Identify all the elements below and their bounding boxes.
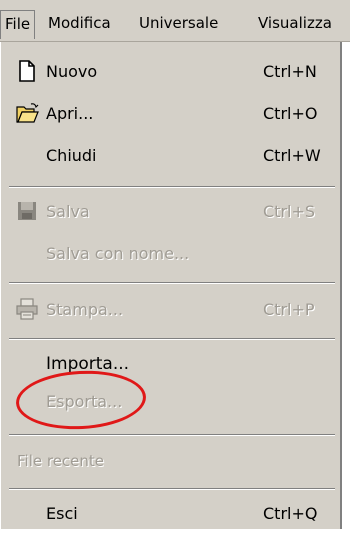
menu-item-apri[interactable]: Apri... Ctrl+O xyxy=(1,94,339,134)
menu-item-label: Apri... xyxy=(46,104,94,123)
menu-item-shortcut: Ctrl+Q xyxy=(263,504,318,523)
menu-file[interactable]: File xyxy=(0,10,36,39)
menu-item-shortcut: Ctrl+S xyxy=(263,202,316,221)
menu-separator xyxy=(9,186,335,188)
menu-bar: File Modifica Universale Visualizza xyxy=(0,0,350,42)
menu-modifica[interactable]: Modifica xyxy=(48,11,111,35)
menu-item-salva[interactable]: Salva Ctrl+S xyxy=(1,192,339,232)
menu-item-stampa[interactable]: Stampa... Ctrl+P xyxy=(1,290,339,330)
menu-item-label: Esporta... xyxy=(46,392,123,411)
menu-item-shortcut: Ctrl+N xyxy=(263,62,317,81)
menu-item-importa[interactable]: Importa... xyxy=(1,344,339,384)
menu-item-label: Nuovo xyxy=(46,62,98,81)
menu-item-label: Salva con nome... xyxy=(46,244,190,263)
menu-item-esporta[interactable]: Esporta... xyxy=(1,382,339,422)
menu-item-label: Chiudi xyxy=(46,146,97,165)
menu-item-label: Salva xyxy=(46,202,90,221)
menu-item-shortcut: Ctrl+W xyxy=(263,146,321,165)
menu-item-salva-con-nome[interactable]: Salva con nome... xyxy=(1,234,339,274)
menu-item-label: Esci xyxy=(46,504,78,523)
menu-separator xyxy=(9,434,335,436)
menu-universale[interactable]: Universale xyxy=(139,11,218,35)
menu-item-label: Stampa... xyxy=(46,300,124,319)
floppy-disk-icon xyxy=(18,202,36,220)
open-folder-icon xyxy=(16,103,39,123)
menu-separator xyxy=(9,488,335,490)
menu-item-esci[interactable]: Esci Ctrl+Q xyxy=(1,494,339,534)
menu-item-shortcut: Ctrl+O xyxy=(263,104,318,123)
recent-files-header: File recente xyxy=(17,452,105,470)
menu-item-label: Importa... xyxy=(46,354,130,374)
menu-visualizza[interactable]: Visualizza xyxy=(258,11,332,35)
menu-item-nuovo[interactable]: Nuovo Ctrl+N xyxy=(1,52,339,92)
menu-item-chiudi[interactable]: Chiudi Ctrl+W xyxy=(1,136,339,176)
file-menu-dropdown: Nuovo Ctrl+N Apri... Ctrl+O Chiudi Ctrl+… xyxy=(0,42,342,529)
printer-icon xyxy=(16,298,38,320)
menu-item-shortcut: Ctrl+P xyxy=(263,300,315,319)
menu-separator xyxy=(9,338,335,340)
menu-separator xyxy=(9,282,335,284)
new-document-icon xyxy=(19,60,35,82)
